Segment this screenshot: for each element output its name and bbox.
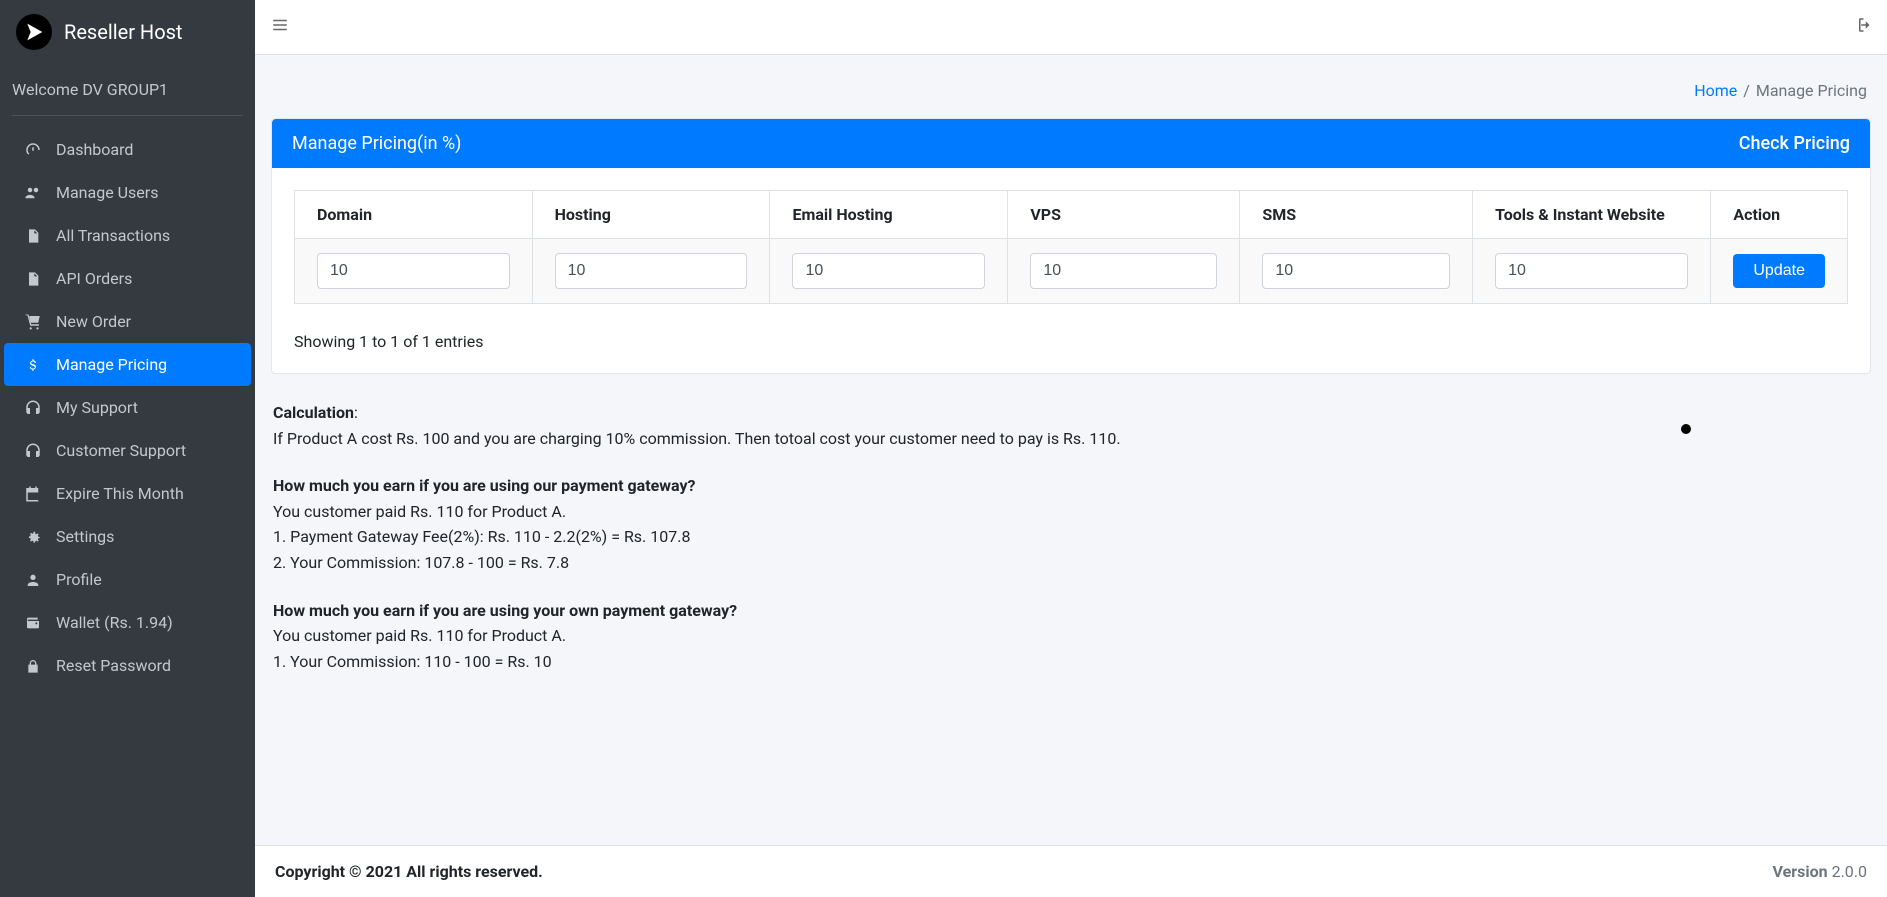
cogs-icon bbox=[22, 528, 44, 546]
sidebar-item-label: Manage Pricing bbox=[56, 355, 167, 374]
sidebar-divider bbox=[12, 115, 243, 116]
sidebar-item-manage-pricing[interactable]: Manage Pricing bbox=[4, 343, 251, 386]
sidebar-item-expire-this-month[interactable]: Expire This Month bbox=[4, 472, 251, 515]
calc-line-3b: 1. Your Commission: 110 - 100 = Rs. 10 bbox=[273, 649, 1869, 675]
menu-toggle-icon[interactable] bbox=[271, 16, 289, 38]
vps-input[interactable] bbox=[1030, 253, 1217, 289]
sidebar-item-label: All Transactions bbox=[56, 226, 170, 245]
sidebar-item-label: Manage Users bbox=[56, 183, 158, 202]
sidebar-item-settings[interactable]: Settings bbox=[4, 515, 251, 558]
sidebar-item-profile[interactable]: Profile bbox=[4, 558, 251, 601]
email-hosting-input[interactable] bbox=[792, 253, 985, 289]
user-icon bbox=[22, 571, 44, 589]
main-area: Home / Manage Pricing Manage Pricing(in … bbox=[255, 0, 1887, 897]
sidebar-item-label: Reset Password bbox=[56, 656, 171, 675]
table-row: Update bbox=[295, 239, 1848, 304]
sidebar-item-dashboard[interactable]: Dashboard bbox=[4, 128, 251, 171]
breadcrumb-current: Manage Pricing bbox=[1756, 81, 1867, 100]
sidebar-item-all-transactions[interactable]: All Transactions bbox=[4, 214, 251, 257]
headset-icon bbox=[22, 442, 44, 460]
calc-line-2b: 1. Payment Gateway Fee(2%): Rs. 110 - 2.… bbox=[273, 524, 1869, 550]
sidebar-item-label: Settings bbox=[56, 527, 114, 546]
tools-input[interactable] bbox=[1495, 253, 1688, 289]
calc-line-1: If Product A cost Rs. 100 and you are ch… bbox=[273, 426, 1869, 452]
hosting-input[interactable] bbox=[555, 253, 748, 289]
brand[interactable]: Reseller Host bbox=[0, 0, 255, 64]
cursor-dot bbox=[1681, 424, 1691, 434]
sidebar-item-my-support[interactable]: My Support bbox=[4, 386, 251, 429]
file-icon bbox=[22, 227, 44, 245]
sidebar-item-label: API Orders bbox=[56, 269, 132, 288]
sidebar-item-manage-users[interactable]: Manage Users bbox=[4, 171, 251, 214]
topbar bbox=[255, 0, 1887, 55]
calc-heading: Calculation bbox=[273, 403, 354, 422]
th-hosting: Hosting bbox=[532, 191, 770, 239]
card-title: Manage Pricing(in %) bbox=[292, 133, 461, 154]
calculation-explanation: Calculation: If Product A cost Rs. 100 a… bbox=[271, 394, 1871, 714]
sidebar-item-label: Profile bbox=[56, 570, 102, 589]
sidebar-item-label: My Support bbox=[56, 398, 138, 417]
users-icon bbox=[22, 184, 44, 202]
welcome-text: Welcome DV GROUP1 bbox=[0, 64, 255, 115]
sidebar-nav: Dashboard Manage Users All Transactions API… bbox=[0, 124, 255, 691]
card-body: Domain Hosting Email Hosting VPS SMS Too… bbox=[272, 168, 1870, 373]
breadcrumb-separator: / bbox=[1743, 81, 1750, 100]
footer-version: Version 2.0.0 bbox=[1773, 862, 1867, 881]
footer-copyright: Copyright © 2021 All rights reserved. bbox=[275, 862, 543, 881]
brand-name: Reseller Host bbox=[64, 20, 182, 44]
headset-icon bbox=[22, 399, 44, 417]
file-icon bbox=[22, 270, 44, 288]
pricing-table: Domain Hosting Email Hosting VPS SMS Too… bbox=[294, 190, 1848, 304]
sidebar-item-new-order[interactable]: New Order bbox=[4, 300, 251, 343]
content: Home / Manage Pricing Manage Pricing(in … bbox=[255, 55, 1887, 845]
gauge-icon bbox=[22, 141, 44, 159]
sidebar-item-reset-password[interactable]: Reset Password bbox=[4, 644, 251, 687]
pricing-card: Manage Pricing(in %) Check Pricing Domai… bbox=[271, 118, 1871, 374]
update-button[interactable]: Update bbox=[1733, 254, 1825, 288]
calc-line-3a: You customer paid Rs. 110 for Product A. bbox=[273, 623, 1869, 649]
footer: Copyright © 2021 All rights reserved. Ve… bbox=[255, 845, 1887, 897]
breadcrumb: Home / Manage Pricing bbox=[271, 67, 1871, 118]
check-pricing-button[interactable]: Check Pricing bbox=[1739, 133, 1850, 154]
brand-logo-icon bbox=[16, 14, 52, 50]
calc-line-2a: You customer paid Rs. 110 for Product A. bbox=[273, 499, 1869, 525]
wallet-icon bbox=[22, 615, 44, 631]
th-vps: VPS bbox=[1008, 191, 1240, 239]
sms-input[interactable] bbox=[1262, 253, 1450, 289]
table-entries-info: Showing 1 to 1 of 1 entries bbox=[294, 332, 1848, 351]
cart-icon bbox=[22, 313, 44, 331]
sidebar-item-label: Expire This Month bbox=[56, 484, 184, 503]
th-action: Action bbox=[1711, 191, 1848, 239]
sidebar-item-customer-support[interactable]: Customer Support bbox=[4, 429, 251, 472]
sidebar-item-api-orders[interactable]: API Orders bbox=[4, 257, 251, 300]
sidebar-item-label: Dashboard bbox=[56, 140, 133, 159]
lock-icon bbox=[22, 657, 44, 675]
sidebar: Reseller Host Welcome DV GROUP1 Dashboar… bbox=[0, 0, 255, 897]
calc-heading-3: How much you earn if you are using your … bbox=[273, 601, 737, 620]
th-domain: Domain bbox=[295, 191, 533, 239]
th-tools: Tools & Instant Website bbox=[1473, 191, 1711, 239]
dollar-icon bbox=[22, 356, 44, 374]
card-header: Manage Pricing(in %) Check Pricing bbox=[272, 119, 1870, 168]
logout-icon[interactable] bbox=[1853, 16, 1871, 38]
sidebar-item-label: Customer Support bbox=[56, 441, 186, 460]
sidebar-item-label: New Order bbox=[56, 312, 131, 331]
domain-input[interactable] bbox=[317, 253, 510, 289]
breadcrumb-home[interactable]: Home bbox=[1694, 81, 1737, 100]
sidebar-item-wallet-rs-1-94-[interactable]: Wallet (Rs. 1.94) bbox=[4, 601, 251, 644]
th-email-hosting: Email Hosting bbox=[770, 191, 1008, 239]
th-sms: SMS bbox=[1240, 191, 1473, 239]
calc-line-2c: 2. Your Commission: 107.8 - 100 = Rs. 7.… bbox=[273, 550, 1869, 576]
calendar-icon bbox=[22, 485, 44, 503]
calc-heading-2: How much you earn if you are using our p… bbox=[273, 476, 695, 495]
sidebar-item-label: Wallet (Rs. 1.94) bbox=[56, 613, 173, 632]
